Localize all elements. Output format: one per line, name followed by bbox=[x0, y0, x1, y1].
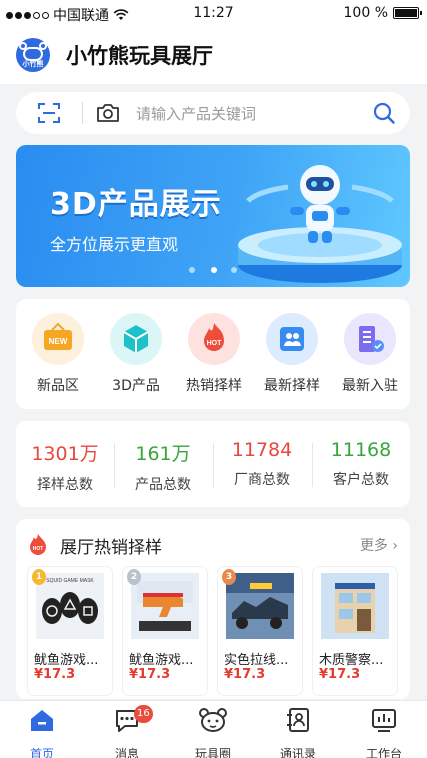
product-name: 木质警察... bbox=[319, 653, 384, 668]
more-label: 更多 bbox=[359, 538, 388, 554]
stat-value: 11168 bbox=[330, 439, 392, 461]
contacts-icon bbox=[287, 708, 309, 732]
home-icon bbox=[31, 710, 53, 731]
stat-label: 产品总数 bbox=[135, 477, 191, 493]
category-grid: NEW 新品区 3D产品 HOT 热销择样 最新择样 最新入驻 bbox=[16, 299, 410, 409]
banner-indicator-1[interactable] bbox=[189, 267, 195, 273]
category-new[interactable]: NEW 新品区 bbox=[19, 313, 97, 395]
stat-samples: 1301万 择样总数 bbox=[16, 439, 114, 494]
stat-label: 厂商总数 bbox=[234, 472, 290, 488]
banner-headline: 3D产品展示 bbox=[50, 187, 222, 222]
more-link[interactable]: 更多 › bbox=[360, 535, 398, 555]
new-badge-text: NEW bbox=[49, 337, 68, 346]
tab-toy-circle[interactable]: 玩具圈 bbox=[178, 707, 248, 758]
product-name: 实色拉线... bbox=[224, 653, 289, 668]
bear-icon bbox=[199, 708, 227, 732]
rank-badge: 3 bbox=[222, 569, 236, 585]
tab-label: 工作台 bbox=[365, 747, 402, 758]
tab-messages[interactable]: 16 消息 bbox=[92, 705, 162, 758]
bottom-tab-bar: 首页 16 消息 玩具圈 通讯录 工作台 bbox=[0, 700, 427, 758]
product-image bbox=[226, 573, 294, 639]
stat-products: 161万 产品总数 bbox=[114, 439, 212, 494]
cube-icon bbox=[110, 313, 162, 365]
category-3d[interactable]: 3D产品 bbox=[97, 313, 175, 395]
product-name: 鱿鱼游戏... bbox=[129, 653, 194, 668]
people-icon bbox=[266, 313, 318, 365]
section-title: 展厅热销择样 bbox=[60, 538, 162, 558]
category-label: 最新入驻 bbox=[342, 378, 398, 394]
hot-badge-text: HOT bbox=[207, 340, 223, 347]
stat-value: 11784 bbox=[231, 439, 293, 461]
rank-badge: 1 bbox=[32, 569, 46, 585]
search-bar[interactable]: 请输入产品关键词 bbox=[16, 92, 410, 134]
banner-subtitle: 全方位展示更直观 bbox=[50, 235, 179, 254]
stat-value: 1301万 bbox=[31, 443, 99, 465]
product-card[interactable]: 木质警察... ¥17.3 bbox=[313, 567, 397, 695]
product-card[interactable]: 2 鱿鱼游戏... ¥17.3 bbox=[123, 567, 207, 695]
product-image: SQUID GAME MASK bbox=[36, 573, 104, 639]
search-input[interactable]: 请输入产品关键词 bbox=[136, 103, 256, 124]
camera-icon[interactable] bbox=[96, 103, 120, 123]
svg-text:HOT: HOT bbox=[33, 546, 44, 552]
product-card[interactable]: SQUID GAME MASK 1 鱿鱼游戏... ¥17.3 bbox=[28, 567, 112, 695]
stat-label: 客户总数 bbox=[333, 472, 389, 488]
battery-percent: 100 % bbox=[343, 5, 388, 21]
hot-flame-icon: HOT bbox=[188, 313, 240, 365]
battery-icon bbox=[393, 7, 422, 19]
category-label: 热销择样 bbox=[186, 378, 242, 394]
svg-text:SQUID GAME MASK: SQUID GAME MASK bbox=[46, 578, 94, 584]
rank-badge: 2 bbox=[127, 569, 141, 585]
tab-label: 玩具圈 bbox=[194, 747, 231, 758]
product-image bbox=[321, 573, 389, 639]
stat-vendors: 11784 厂商总数 bbox=[213, 439, 311, 489]
category-label: 3D产品 bbox=[112, 378, 160, 394]
tab-home[interactable]: 首页 bbox=[7, 707, 77, 758]
category-hot[interactable]: HOT 热销择样 bbox=[175, 313, 253, 395]
stat-label: 择样总数 bbox=[37, 477, 93, 493]
divider bbox=[82, 102, 83, 124]
hot-samples-section: HOT 展厅热销择样 更多 › SQUID GAME MASK 1 鱿鱼游戏..… bbox=[16, 519, 410, 699]
product-image bbox=[131, 573, 199, 639]
status-bar: 中国联通 11:27 100 % bbox=[0, 0, 427, 26]
app-header: 小竹熊 小竹熊玩具展厅 bbox=[0, 26, 427, 84]
tab-label: 首页 bbox=[29, 747, 54, 758]
category-label: 新品区 bbox=[37, 378, 79, 394]
category-latest-samples[interactable]: 最新择样 bbox=[253, 313, 331, 395]
category-new-vendors[interactable]: 最新入驻 bbox=[331, 313, 409, 395]
tab-label: 消息 bbox=[114, 747, 139, 758]
workbench-icon bbox=[372, 709, 396, 732]
robot-illustration bbox=[238, 165, 402, 283]
tab-contacts[interactable]: 通讯录 bbox=[263, 707, 333, 758]
product-price: ¥17.3 bbox=[129, 667, 171, 682]
stat-value: 161万 bbox=[135, 443, 191, 465]
scan-icon[interactable] bbox=[38, 103, 60, 123]
stat-customers: 11168 客户总数 bbox=[312, 439, 410, 489]
tab-workbench[interactable]: 工作台 bbox=[349, 707, 419, 758]
banner-indicator-3[interactable] bbox=[231, 267, 237, 273]
category-label: 最新择样 bbox=[264, 378, 320, 394]
search-icon[interactable] bbox=[372, 101, 396, 125]
product-price: ¥17.3 bbox=[34, 667, 76, 682]
stats-panel: 1301万 择样总数 161万 产品总数 11784 厂商总数 11168 客户… bbox=[16, 421, 410, 507]
page-title: 小竹熊玩具展厅 bbox=[66, 44, 213, 68]
unread-badge: 16 bbox=[134, 705, 153, 723]
banner-indicator-2[interactable] bbox=[211, 267, 217, 273]
battery-status: 100 % bbox=[343, 5, 422, 21]
brand-logo: 小竹熊 bbox=[16, 38, 50, 72]
promo-banner[interactable]: 3D产品展示 全方位展示更直观 bbox=[16, 145, 410, 287]
product-name: 鱿鱼游戏... bbox=[34, 653, 99, 668]
product-price: ¥17.3 bbox=[319, 667, 361, 682]
building-icon bbox=[344, 313, 396, 365]
product-card[interactable]: 3 实色拉线... ¥17.3 bbox=[218, 567, 302, 695]
hot-icon: HOT bbox=[30, 534, 46, 555]
new-icon: NEW bbox=[32, 313, 84, 365]
chevron-right-icon: › bbox=[392, 538, 398, 554]
tab-label: 通讯录 bbox=[279, 747, 316, 758]
product-price: ¥17.3 bbox=[224, 667, 266, 682]
